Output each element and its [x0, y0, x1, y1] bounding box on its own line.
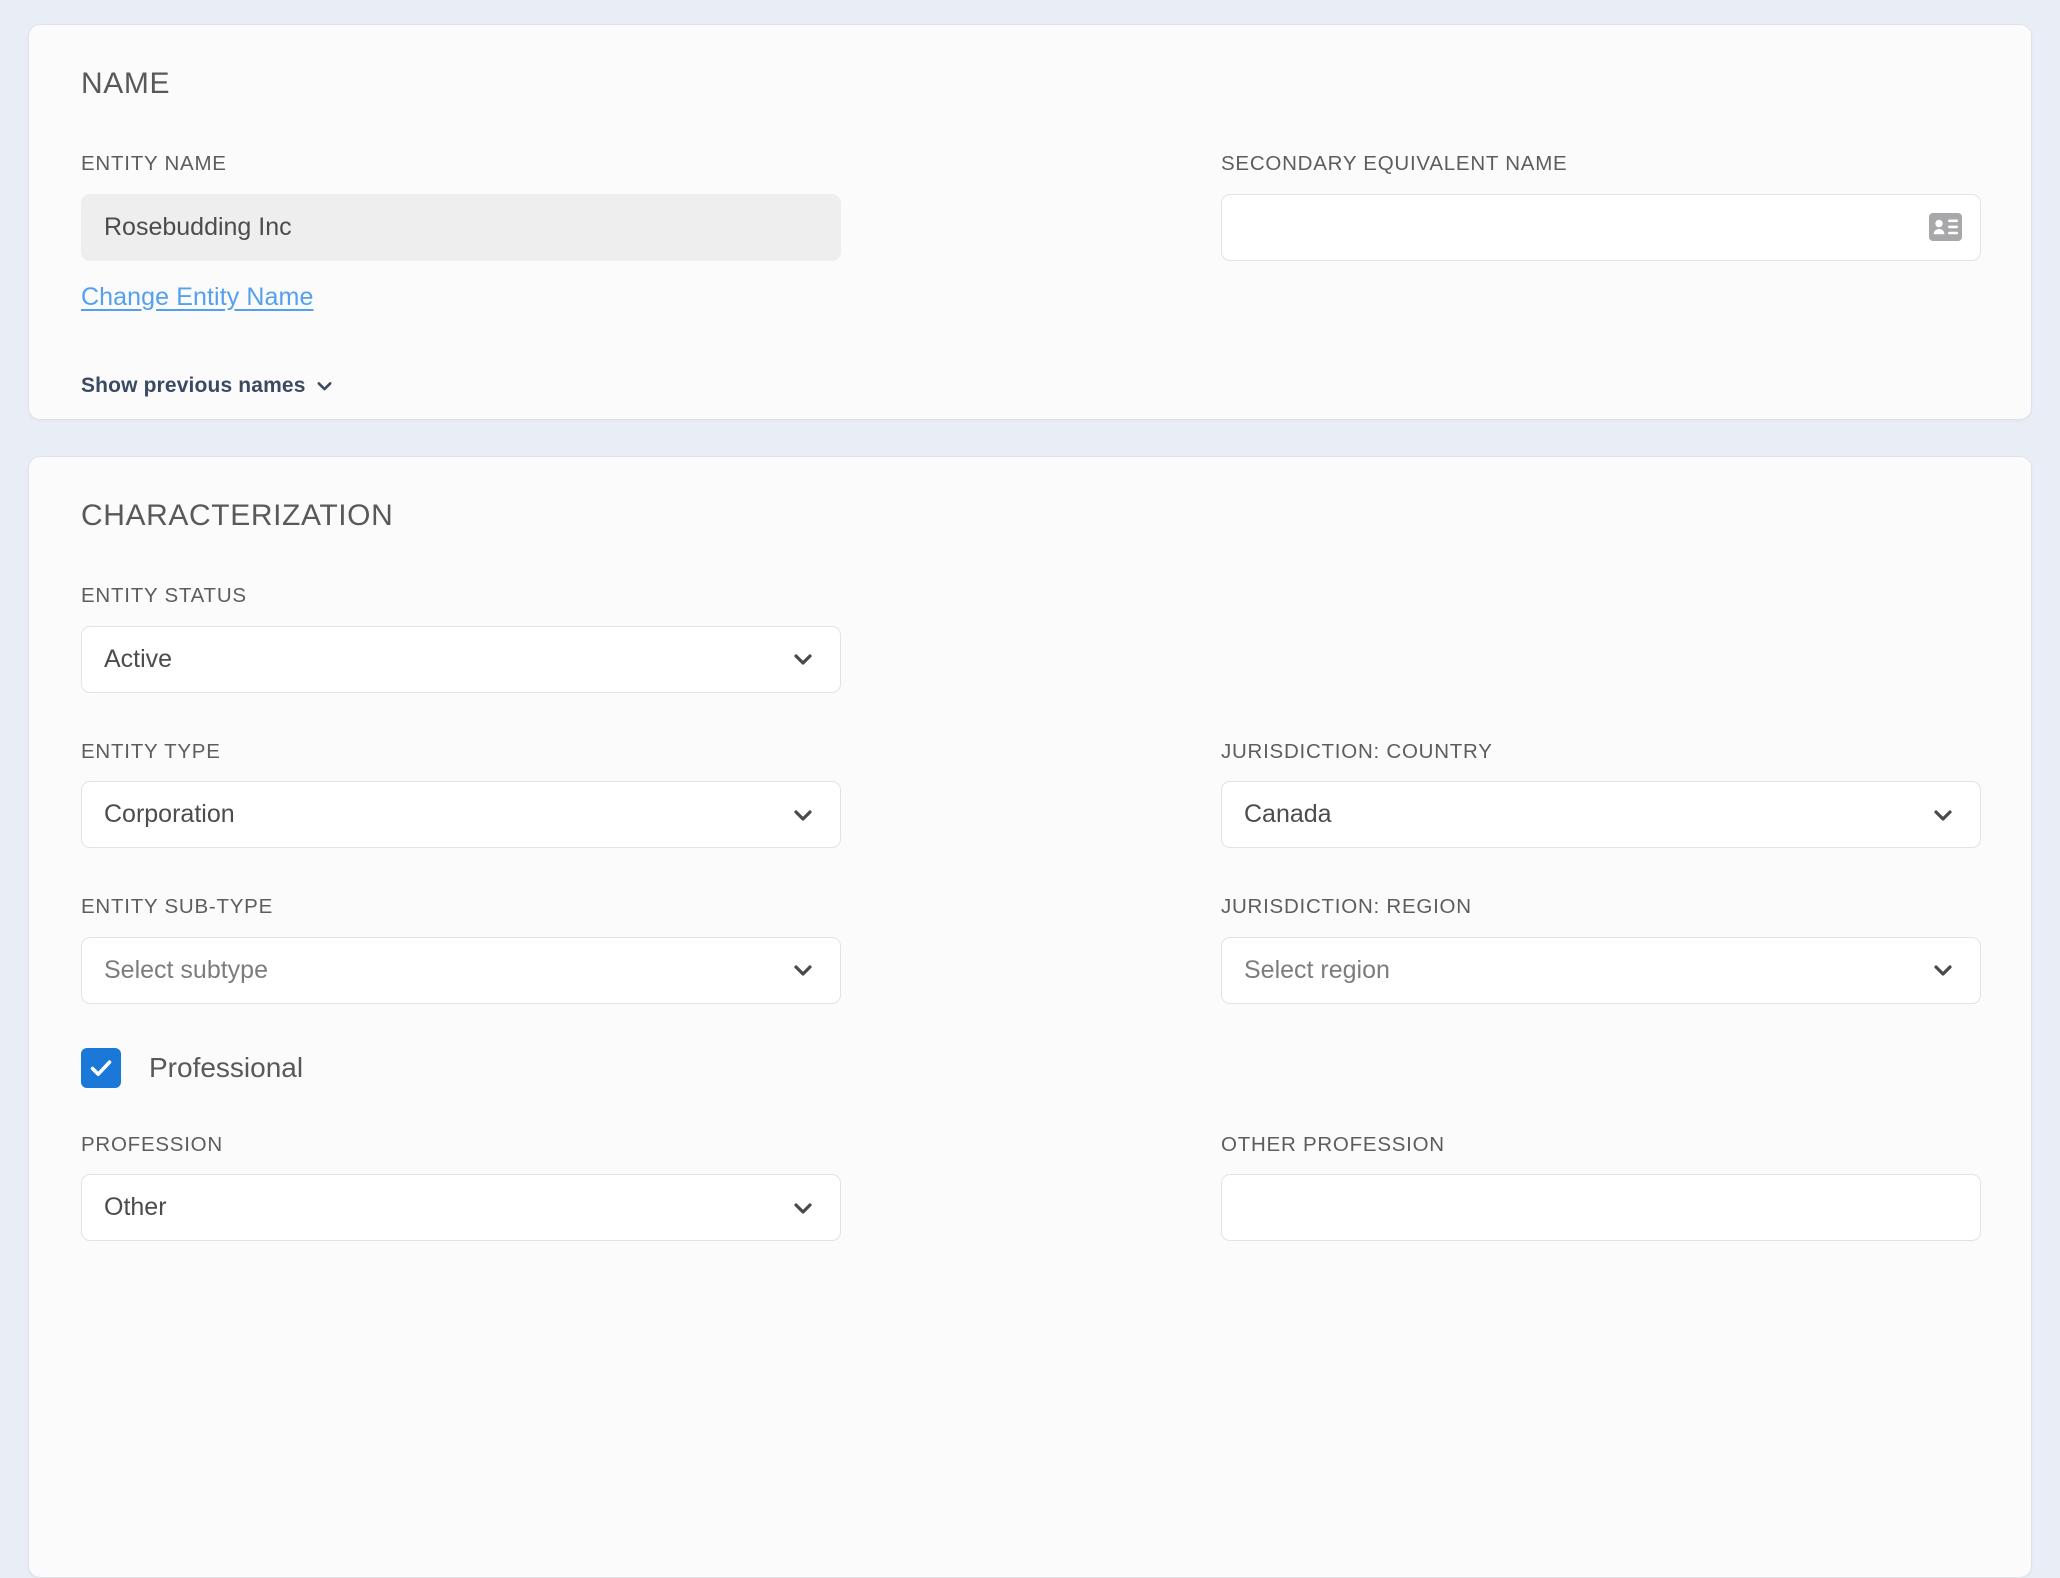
profession-row: PROFESSION Other OTHER PROFESSION [81, 1132, 1981, 1242]
characterization-card: CHARACTERIZATION ENTITY STATUS Active EN… [28, 456, 2032, 1578]
chevron-down-icon [316, 377, 333, 394]
entity-sub-type-label: ENTITY SUB-TYPE [81, 895, 273, 919]
chevron-down-icon [792, 1197, 814, 1219]
secondary-equivalent-name-input[interactable] [1221, 193, 1981, 261]
entity-status-select[interactable]: Active [81, 625, 841, 693]
entity-name-input[interactable]: Rosebudding Inc [81, 193, 841, 261]
secondary-equivalent-name-field-group: SECONDARY EQUIVALENT NAME [1221, 152, 1981, 312]
entity-type-label: ENTITY TYPE [81, 739, 221, 763]
profession-field-group: PROFESSION Other [81, 1132, 841, 1242]
entity-name-field-group: ENTITY NAME Rosebudding Inc Change Entit… [81, 152, 841, 312]
professional-checkbox[interactable] [81, 1047, 121, 1088]
entity-sub-type-field-group: ENTITY SUB-TYPE Select subtype [81, 896, 841, 1004]
check-icon [90, 1060, 112, 1076]
professional-checkbox-row: Professional [81, 1047, 1979, 1088]
jurisdiction-country-select[interactable]: Canada [1221, 781, 1981, 849]
entity-status-field-group: ENTITY STATUS Active [81, 584, 841, 693]
entity-details-page: NAME ENTITY NAME Rosebudding Inc Change … [0, 0, 2060, 1578]
jurisdiction-country-label: JURISDICTION: COUNTRY [1221, 739, 1493, 763]
show-previous-names-label: Show previous names [81, 373, 306, 397]
other-profession-field-group: OTHER PROFESSION [1221, 1132, 1981, 1242]
entity-name-value: Rosebudding Inc [104, 212, 292, 241]
secondary-equivalent-name-label: SECONDARY EQUIVALENT NAME [1221, 152, 1568, 175]
entity-sub-type-value: Select subtype [104, 955, 268, 984]
chevron-down-icon [1932, 804, 1954, 826]
show-previous-names-toggle[interactable]: Show previous names [81, 374, 333, 398]
jurisdiction-region-field-group: JURISDICTION: REGION Select region [1221, 896, 1981, 1004]
entity-type-value: Corporation [104, 800, 235, 829]
name-card: NAME ENTITY NAME Rosebudding Inc Change … [28, 24, 2032, 420]
other-profession-input[interactable] [1221, 1174, 1981, 1242]
entity-status-value: Active [104, 644, 173, 673]
other-profession-label: OTHER PROFESSION [1221, 1132, 1445, 1156]
characterization-section-title: CHARACTERIZATION [81, 499, 394, 532]
name-section-title: NAME [81, 67, 171, 100]
chevron-down-icon [792, 804, 814, 826]
entity-type-jurisdiction-country-row: ENTITY TYPE Corporation JURISDICTION: CO… [81, 739, 1981, 849]
entity-status-row: ENTITY STATUS Active [81, 584, 1979, 693]
entity-name-label: ENTITY NAME [81, 152, 227, 175]
chevron-down-icon [792, 648, 814, 670]
name-fields-row: ENTITY NAME Rosebudding Inc Change Entit… [81, 152, 1981, 312]
entity-status-label: ENTITY STATUS [81, 584, 247, 607]
jurisdiction-region-label: JURISDICTION: REGION [1221, 895, 1472, 919]
profession-value: Other [104, 1193, 167, 1222]
chevron-down-icon [792, 959, 814, 981]
contact-card-icon[interactable] [1929, 213, 1962, 242]
profession-label: PROFESSION [81, 1132, 223, 1156]
jurisdiction-region-select[interactable]: Select region [1221, 936, 1981, 1004]
entity-status-row-spacer [1221, 585, 1979, 693]
profession-select[interactable]: Other [81, 1174, 841, 1242]
jurisdiction-country-value: Canada [1244, 800, 1332, 829]
chevron-down-icon [1932, 959, 1954, 981]
entity-sub-type-select[interactable]: Select subtype [81, 936, 841, 1004]
jurisdiction-region-value: Select region [1244, 955, 1390, 984]
change-entity-name-link[interactable]: Change Entity Name [81, 283, 313, 312]
entity-type-field-group: ENTITY TYPE Corporation [81, 739, 841, 849]
entity-type-select[interactable]: Corporation [81, 781, 841, 849]
professional-checkbox-label: Professional [149, 1051, 304, 1083]
entity-subtype-jurisdiction-region-row: ENTITY SUB-TYPE Select subtype JURISDICT… [81, 896, 1981, 1004]
jurisdiction-country-field-group: JURISDICTION: COUNTRY Canada [1221, 739, 1981, 849]
